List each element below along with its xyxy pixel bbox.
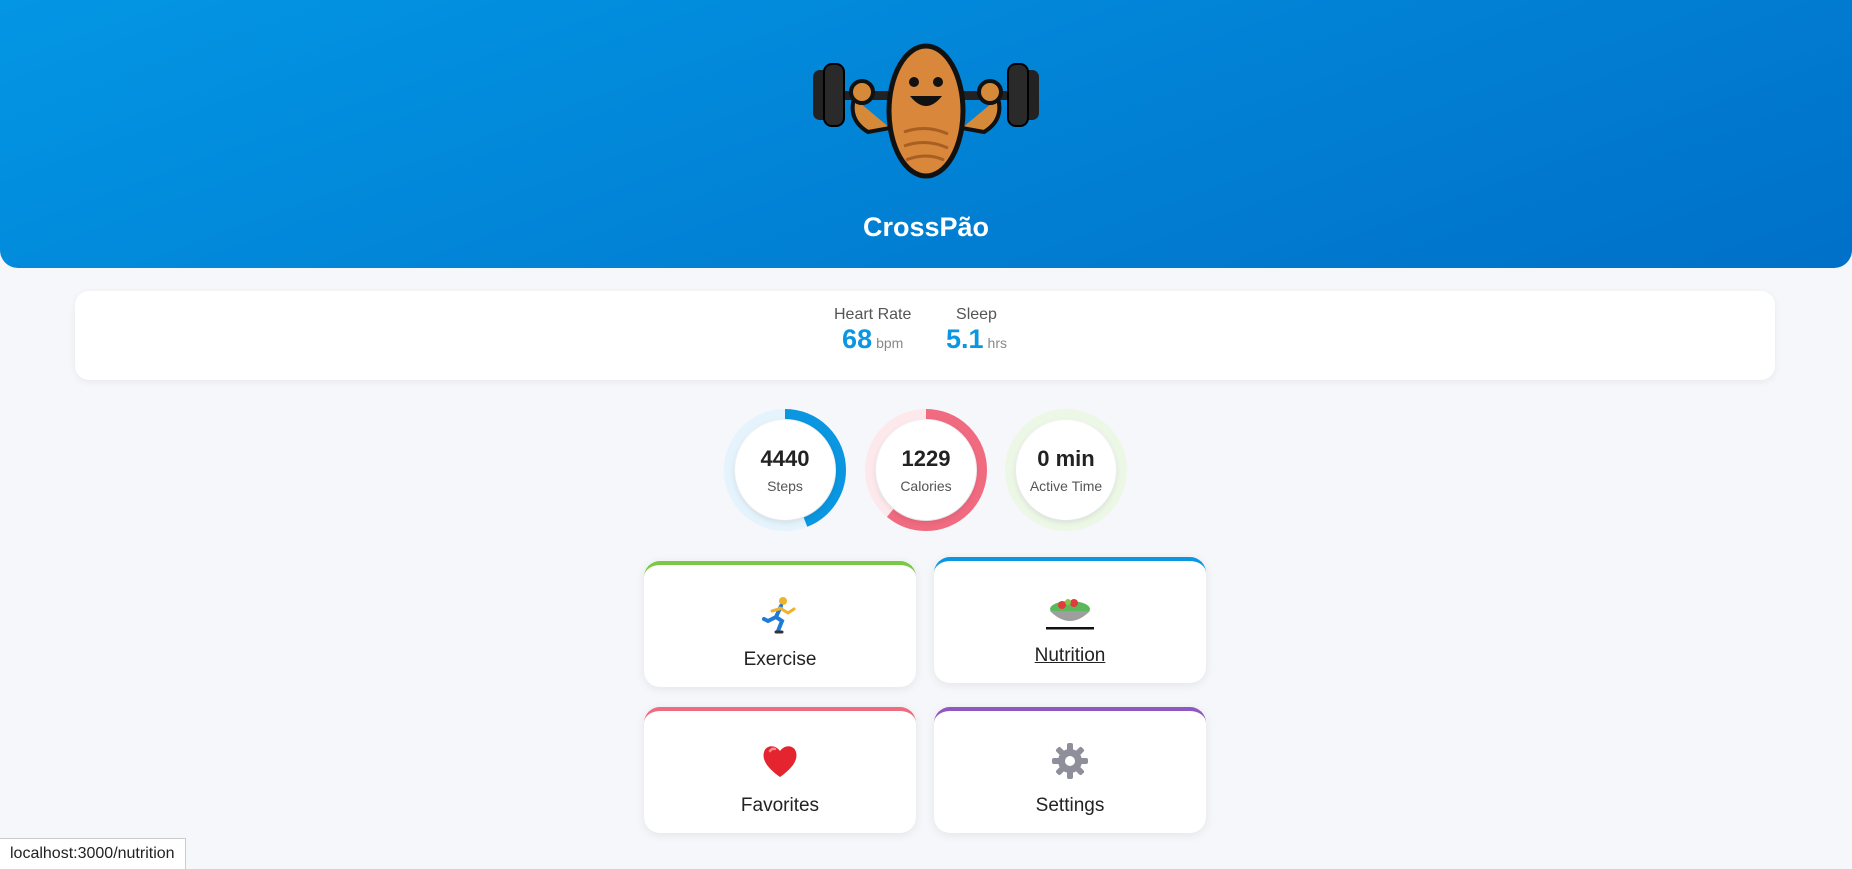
- steps-ring: 4440 Steps: [723, 408, 847, 532]
- stats-summary-card: Heart Rate 68 bpm Sleep 5.1 hrs: [75, 291, 1775, 380]
- steps-label: Steps: [767, 478, 803, 494]
- sleep-label: Sleep: [956, 306, 997, 323]
- exercise-tile[interactable]: Exercise: [644, 561, 916, 687]
- calories-value: 1229: [901, 446, 951, 471]
- status-bar-url: localhost:3000/nutrition: [0, 838, 186, 869]
- bread-weightlifter-logo: [813, 43, 1039, 179]
- salad-bowl-icon: [1046, 599, 1094, 630]
- heart-rate-unit: bpm: [876, 335, 904, 351]
- steps-value: 4440: [760, 446, 810, 471]
- calories-ring: 1229 Calories: [864, 408, 988, 532]
- favorites-label: Favorites: [740, 795, 820, 816]
- active-time-value: 0 min: [1037, 446, 1095, 471]
- active-time-label: Active Time: [1029, 478, 1103, 494]
- settings-tile[interactable]: Settings: [934, 707, 1206, 833]
- heart-icon: [763, 746, 797, 777]
- nutrition-tile[interactable]: Nutrition: [934, 557, 1206, 683]
- settings-label: Settings: [1035, 795, 1105, 816]
- running-person-icon: [762, 597, 796, 634]
- gear-icon: [1052, 743, 1088, 779]
- sleep-value: 5.1: [946, 324, 984, 354]
- exercise-label: Exercise: [743, 649, 817, 670]
- heart-rate-value: 68: [842, 324, 873, 354]
- app-header: CrossPão: [0, 0, 1852, 268]
- app-title: CrossPão: [862, 212, 990, 242]
- heart-rate-label: Heart Rate: [834, 306, 912, 323]
- calories-label: Calories: [900, 478, 952, 494]
- sleep-unit: hrs: [987, 335, 1007, 351]
- favorites-tile[interactable]: Favorites: [644, 707, 916, 833]
- nutrition-label: Nutrition: [1034, 645, 1106, 666]
- heart-rate-stat: Heart Rate 68 bpm: [834, 306, 911, 355]
- sleep-stat: Sleep 5.1 hrs: [946, 306, 1007, 355]
- active-time-ring: 0 min Active Time: [1004, 408, 1128, 532]
